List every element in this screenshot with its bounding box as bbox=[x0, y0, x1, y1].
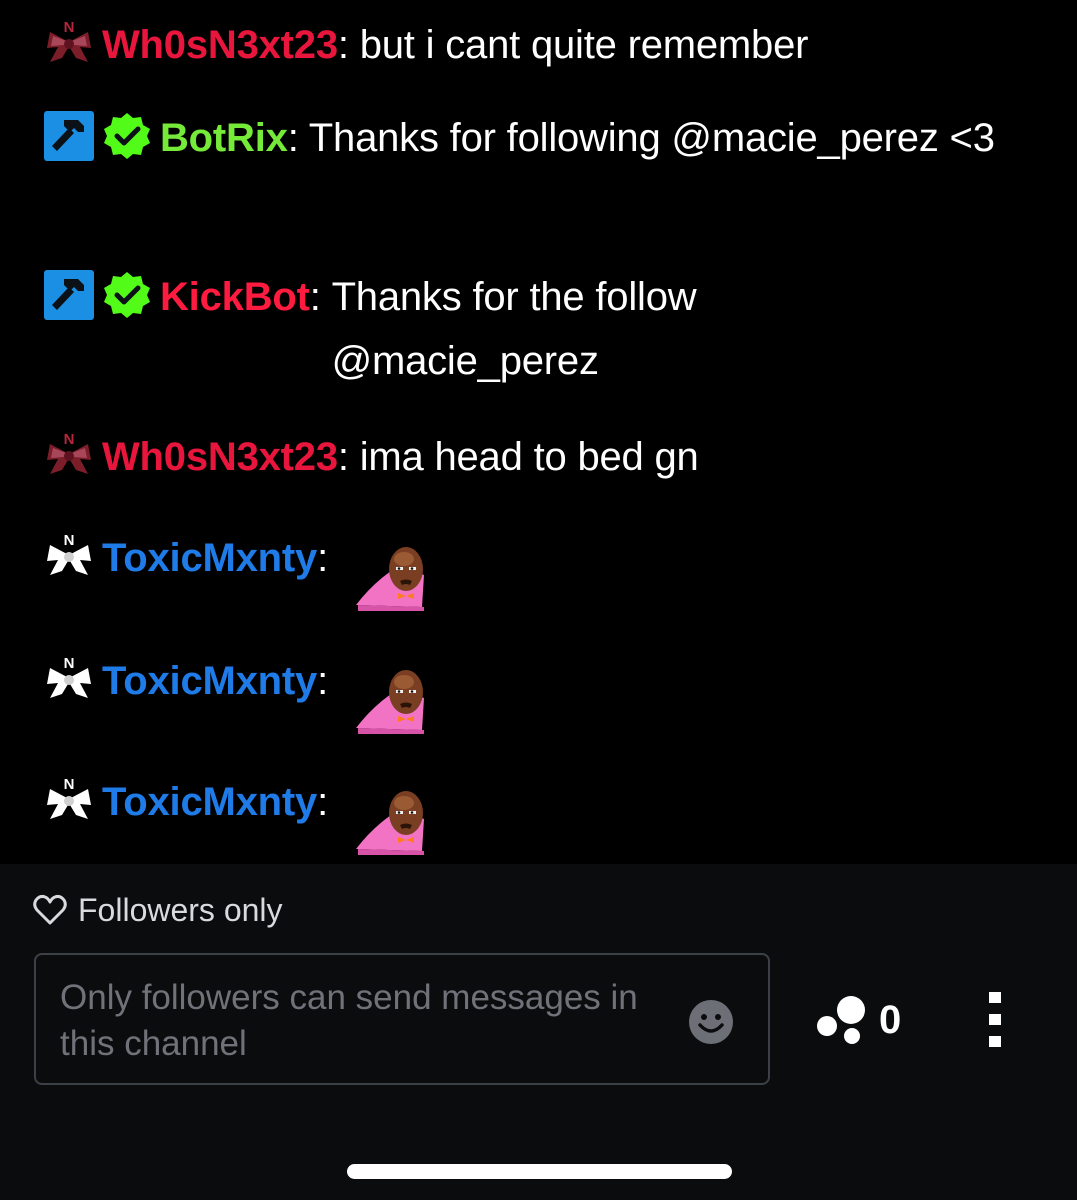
bald-man-blanket-emote-icon bbox=[354, 664, 432, 734]
chat-feed[interactable]: Wh0sN3xt23: but i cant quite remember Bo… bbox=[0, 0, 1077, 864]
smiley-face-icon[interactable] bbox=[688, 999, 734, 1045]
verified-badge-icon bbox=[102, 111, 152, 161]
chat-username[interactable]: KickBot bbox=[160, 275, 310, 319]
chat-footer: Followers only Only followers can send m… bbox=[0, 864, 1077, 1200]
chat-separator: : bbox=[317, 780, 328, 824]
chat-message: ToxicMxnty: bbox=[44, 770, 1044, 855]
chat-message: Wh0sN3xt23: but i cant quite remember bbox=[44, 13, 1044, 77]
chat-message-text: but i cant quite remember bbox=[359, 23, 809, 67]
chat-message-text: Thanks for the follow @macie_perez bbox=[331, 275, 697, 383]
chat-message: BotRix: Thanks for following @macie_pere… bbox=[44, 106, 1044, 170]
chat-input-placeholder: Only followers can send messages in this… bbox=[60, 978, 638, 1063]
bubbles-icon bbox=[815, 994, 869, 1046]
chat-message: KickBot: Thanks for the follow @macie_pe… bbox=[44, 265, 1044, 393]
chat-username[interactable]: BotRix bbox=[160, 116, 288, 160]
chat-separator: : bbox=[317, 659, 328, 703]
followers-only-mode-indicator: Followers only bbox=[32, 888, 283, 932]
chat-message-input[interactable]: Only followers can send messages in this… bbox=[34, 953, 770, 1085]
chat-message: Wh0sN3xt23: ima head to bed gn bbox=[44, 425, 1044, 489]
chat-separator: : bbox=[287, 116, 309, 160]
chat-separator: : bbox=[337, 435, 360, 479]
heart-outline-icon bbox=[32, 892, 68, 928]
chat-username[interactable]: Wh0sN3xt23 bbox=[102, 435, 338, 479]
viewer-points-button[interactable]: 0 bbox=[815, 994, 901, 1046]
chat-message-text: ima head to bed gn bbox=[359, 435, 699, 479]
moderator-hammer-badge-icon bbox=[44, 111, 94, 161]
viewer-points-count: 0 bbox=[879, 997, 902, 1042]
gifter-bow-badge-white-icon bbox=[44, 531, 94, 581]
gifter-bow-badge-white-icon bbox=[44, 654, 94, 704]
vertical-dots-icon[interactable] bbox=[980, 992, 1010, 1048]
chat-username[interactable]: Wh0sN3xt23 bbox=[102, 23, 338, 67]
chat-username[interactable]: ToxicMxnty bbox=[102, 780, 317, 824]
followers-only-label: Followers only bbox=[78, 891, 283, 928]
chat-separator: : bbox=[317, 536, 328, 580]
bald-man-blanket-emote-icon bbox=[354, 785, 432, 855]
home-indicator[interactable] bbox=[347, 1164, 732, 1179]
chat-message: ToxicMxnty: bbox=[44, 649, 1044, 734]
bald-man-blanket-emote-icon bbox=[354, 541, 432, 611]
chat-username[interactable]: ToxicMxnty bbox=[102, 536, 317, 580]
chat-separator: : bbox=[337, 23, 360, 67]
moderator-hammer-badge-icon bbox=[44, 270, 94, 320]
chat-username[interactable]: ToxicMxnty bbox=[102, 659, 317, 703]
gifter-bow-badge-red-icon bbox=[44, 430, 94, 480]
gifter-bow-badge-white-icon bbox=[44, 775, 94, 825]
chat-separator: : bbox=[309, 275, 332, 319]
verified-badge-icon bbox=[102, 270, 152, 320]
chat-message-text: Thanks for following @macie_perez <3 bbox=[308, 116, 995, 160]
chat-message: ToxicMxnty: bbox=[44, 526, 1044, 611]
gifter-bow-badge-red-icon bbox=[44, 18, 94, 68]
